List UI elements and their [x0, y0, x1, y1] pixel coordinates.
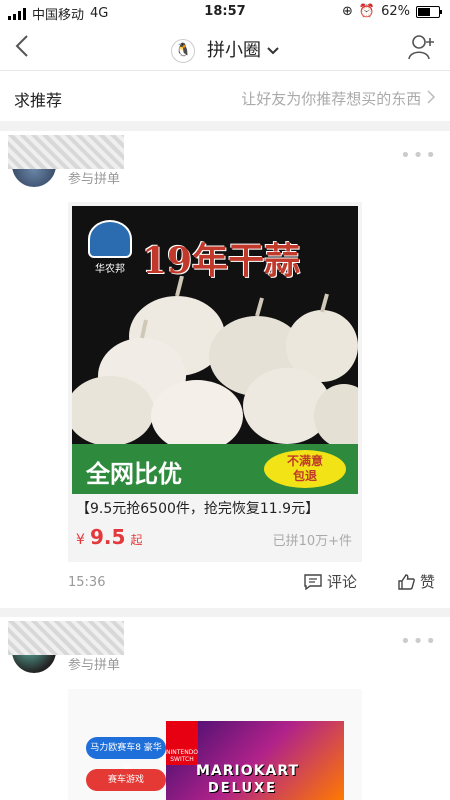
feed-post: 参与拼单 ••• 马力欧赛车8 豪华版 赛车游戏 NINTENDO SWITCH… — [0, 617, 450, 800]
game-logo-line2: DELUXE — [208, 781, 277, 796]
switch-logo: NINTENDO SWITCH — [166, 721, 198, 765]
post-time: 15:36 — [68, 575, 106, 590]
banner-slogan: 全网比优 — [86, 460, 182, 488]
battery-percent: 62% — [381, 4, 410, 19]
comment-button[interactable]: 评论 — [304, 571, 357, 592]
chevron-down-icon — [267, 47, 279, 55]
more-options-icon[interactable]: ••• — [400, 145, 438, 166]
recommend-hint: 让好友为你推荐想买的东西 — [241, 88, 436, 109]
username-redacted — [8, 621, 124, 655]
product-price: ¥ 9.5 起 — [76, 525, 143, 549]
feed-post: 参与拼单 ••• 华农邦 19年干蒜 全网比优 不满意 包退 【9.5元抢650… — [0, 131, 450, 608]
chevron-right-icon — [427, 90, 436, 104]
username-redacted — [8, 135, 124, 169]
garlic-illustration — [72, 276, 358, 446]
product-card[interactable]: 马力欧赛车8 豪华版 赛车游戏 NINTENDO SWITCH MARIOKAR… — [68, 689, 362, 800]
post-subtitle: 参与拼单 — [68, 658, 121, 673]
status-bar: 中国移动 4G 18:57 ⊕ ⏰ 62% — [0, 0, 450, 24]
product-image: 华农邦 19年干蒜 全网比优 不满意 包退 — [72, 206, 358, 494]
product-card[interactable]: 华农邦 19年干蒜 全网比优 不满意 包退 【9.5元抢6500件，抢完恢复11… — [68, 202, 362, 562]
brand-emblem-icon — [88, 220, 132, 258]
page-title: 拼小圈 — [207, 40, 261, 61]
game-logo-line1: MARIOKART — [196, 763, 300, 779]
add-friend-button[interactable] — [408, 34, 436, 60]
post-subtitle: 参与拼单 — [68, 172, 121, 187]
sold-count: 已拼10万+件 — [272, 534, 352, 549]
recommend-label: 求推荐 — [14, 91, 63, 110]
alarm-icon: ⏰ — [358, 4, 376, 19]
brand-logo: 华农邦 — [86, 220, 134, 275]
comment-icon — [304, 573, 322, 590]
add-user-icon — [408, 35, 434, 60]
product-title: 【9.5元抢6500件，抢完恢复11.9元】 — [76, 501, 320, 517]
product-image: NINTENDO SWITCH MARIOKART DELUXE — [166, 721, 344, 800]
product-tag: 马力欧赛车8 豪华版 — [86, 737, 166, 775]
battery-icon — [416, 5, 442, 18]
like-button[interactable]: 赞 — [398, 571, 435, 592]
refund-badge: 不满意 包退 — [264, 450, 346, 488]
promo-banner: 全网比优 不满意 包退 — [72, 444, 358, 494]
circle-selector[interactable]: 🐧 拼小圈 — [0, 36, 450, 63]
recommend-row[interactable]: 求推荐 让好友为你推荐想买的东西 — [0, 71, 450, 121]
thumbs-up-icon — [398, 573, 415, 590]
product-tag: 赛车游戏 — [86, 769, 166, 791]
top-nav: 🐧 拼小圈 — [0, 24, 450, 71]
penguin-logo-icon: 🐧 — [171, 39, 196, 63]
lock-rotation-icon: ⊕ — [342, 4, 353, 19]
more-options-icon[interactable]: ••• — [400, 631, 438, 652]
